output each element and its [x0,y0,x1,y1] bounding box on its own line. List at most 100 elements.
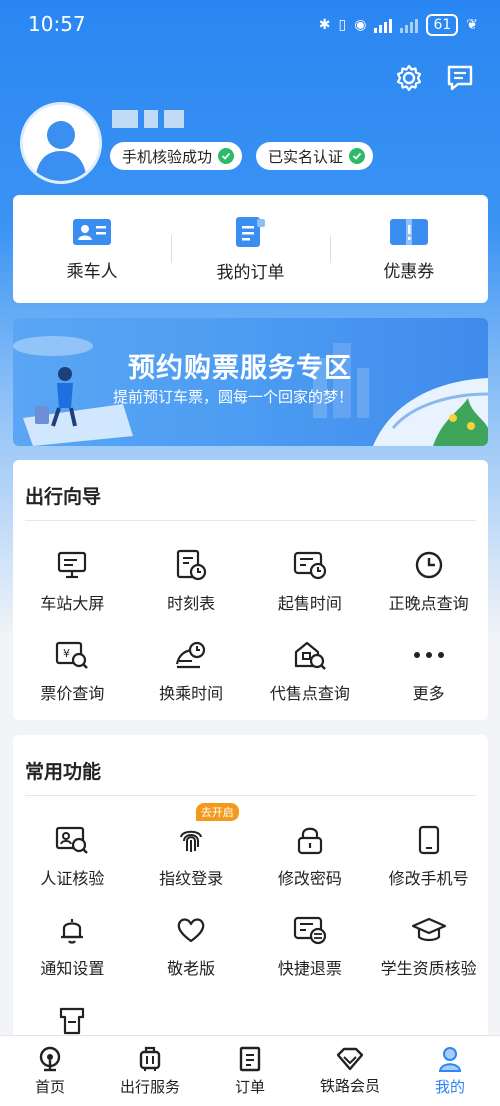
luggage-icon [139,1046,161,1071]
quick-link-label: 我的订单 [216,262,285,283]
grid-item-fingerprint-login[interactable]: 去开启 指纹登录 [132,803,251,901]
quick-links-card: 乘车人 我的订单 优惠券 [13,195,488,303]
messages-button[interactable] [442,60,478,96]
phone-verified-badge: 手机核验成功 [110,142,243,170]
grid-item-station-screen[interactable]: 车站大屏 [13,536,132,626]
grid-item-label: 学生资质核验 [380,959,477,978]
grid-item-quick-refund[interactable]: 快捷退票 [251,901,370,991]
leaf-icon: ❦ [466,17,478,33]
grid-item-student-verify[interactable]: 学生资质核验 [369,901,488,991]
graduation-cap-icon [411,917,446,942]
grid-item-label: 修改密码 [277,869,342,888]
agency-search-icon [294,641,326,670]
grid-item-timetable[interactable]: 时刻表 [132,536,251,626]
travel-guide-card: 出行向导 车站大屏 时刻表 起售时间 正晚点查询 ¥ 票价查询 换乘时间 代售点… [13,460,488,720]
user-avatar-icon [23,105,99,181]
ticket-icon [60,1007,85,1035]
phone-verified-label: 手机核验成功 [122,147,213,166]
grid-item-fare-query[interactable]: ¥ 票价查询 [13,626,132,716]
nav-home[interactable]: 首页 [0,1036,100,1106]
coupon-icon [389,218,428,245]
gear-icon [396,64,422,92]
fare-query-icon: ¥ [56,641,89,669]
nav-label: 铁路会员 [319,1076,380,1095]
bluetooth-icon: ✱ [318,17,331,33]
reservation-banner[interactable]: 预约购票服务专区 提前预订车票，圆每一个回家的梦！ [13,318,488,446]
grid-item-label: 起售时间 [277,594,342,613]
banner-subtitle: 提前预订车票，圆每一个回家的梦！ [113,388,354,406]
grid-item-transfer-time[interactable]: 换乘时间 [132,626,251,716]
quick-link-passenger[interactable]: 乘车人 [13,195,171,303]
nav-travel-services[interactable]: 出行服务 [100,1036,200,1106]
order-list-icon [239,1046,261,1071]
section-title-travel-guide: 出行向导 [25,486,102,508]
nav-label: 首页 [34,1077,65,1096]
id-verify-icon [56,826,89,854]
avatar[interactable] [20,102,102,184]
signal-icon [374,17,393,33]
divider [25,520,476,521]
svg-text:¥: ¥ [63,647,70,660]
settings-button[interactable] [391,60,427,96]
grid-item-more[interactable]: 更多 [369,626,488,716]
signal-icon-2 [400,17,419,33]
station-screen-icon [58,551,87,579]
bottom-navigation: 首页 出行服务 订单 铁路会员 我的 [0,1035,500,1106]
vibrate-icon: ▯ [338,17,347,33]
diamond-icon [336,1047,364,1070]
sale-time-icon [293,551,326,580]
realname-verified-label: 已实名认证 [268,147,344,166]
nav-mine[interactable]: 我的 [400,1036,500,1106]
clock-icon [415,551,442,579]
lock-icon [297,827,322,855]
grid-item-delay-query[interactable]: 正晚点查询 [369,536,488,626]
nav-orders[interactable]: 订单 [200,1036,300,1106]
realname-verified-badge: 已实名认证 [256,142,374,170]
nav-railway-member[interactable]: 铁路会员 [300,1036,400,1106]
nav-label: 订单 [234,1077,265,1096]
masked-username [112,110,184,128]
grid-item-label: 人证核验 [40,869,105,888]
grid-item-label: 敬老版 [167,959,216,978]
grid-item-label: 更多 [412,684,445,703]
nav-label: 出行服务 [119,1077,180,1096]
grid-item-elderly-mode[interactable]: 敬老版 [132,901,251,991]
quick-link-label: 优惠券 [383,261,435,282]
grid-item-label: 票价查询 [40,684,105,703]
grid-item-agency-query[interactable]: 代售点查询 [251,626,370,716]
grid-item-label: 指纹登录 [159,869,224,888]
section-title-common-functions: 常用功能 [25,761,102,783]
grid-item-label: 正晚点查询 [388,594,469,613]
fingerprint-icon [180,830,203,852]
grid-item-sale-time[interactable]: 起售时间 [251,536,370,626]
transfer-time-icon [176,641,206,669]
grid-item-label: 通知设置 [40,959,105,978]
grid-item-change-password[interactable]: 修改密码 [251,811,370,901]
grid-item-label: 换乘时间 [159,684,224,703]
quick-link-orders[interactable]: 我的订单 [171,195,329,303]
grid-item-change-phone[interactable]: 修改手机号 [369,811,488,901]
more-dots-icon [413,652,444,658]
check-icon [349,148,366,164]
grid-item-notification-settings[interactable]: 通知设置 [13,901,132,991]
hotspot-icon: ◉ [354,17,367,33]
grid-item-label: 时刻表 [167,594,216,613]
battery-indicator: 61 [426,14,459,36]
heart-icon [177,918,205,943]
grid-item-label: 修改手机号 [388,869,469,888]
grid-item-label: 车站大屏 [40,594,105,613]
common-functions-card: 常用功能 人证核验 去开启 指纹登录 修改密码 修改手机号 通知设置 敬老版 快… [13,735,488,1055]
quick-link-coupons[interactable]: 优惠券 [329,195,488,303]
check-icon [218,148,235,164]
status-bar: 10:57 ✱ ▯ ◉ 61 ❦ [0,0,500,50]
banner-title: 预约购票服务专区 [128,353,352,384]
home-icon [39,1046,61,1071]
status-time: 10:57 [28,12,86,36]
message-icon [447,65,473,91]
refund-ticket-icon [293,916,326,945]
status-icons: ✱ ▯ ◉ 61 ❦ [319,14,478,36]
timetable-icon [177,549,207,581]
grid-item-id-verify[interactable]: 人证核验 [13,811,132,901]
grid-item-label: 代售点查询 [269,684,350,703]
quick-link-label: 乘车人 [66,261,118,282]
